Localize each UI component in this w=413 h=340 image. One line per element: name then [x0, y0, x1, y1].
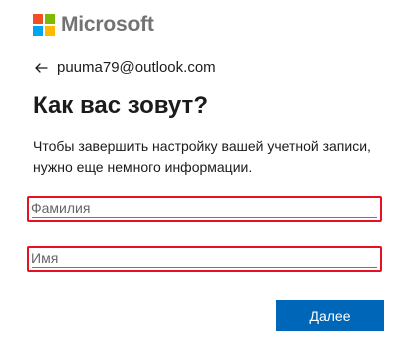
first-name-field-container	[27, 246, 382, 272]
arrow-left-icon[interactable]	[33, 60, 49, 76]
page-title: Как вас зовут?	[33, 92, 208, 119]
microsoft-logo: Microsoft	[33, 13, 154, 37]
account-email: puuma79@outlook.com	[57, 59, 216, 76]
next-button[interactable]: Далее	[276, 300, 384, 331]
last-name-input[interactable]	[31, 198, 378, 218]
logo-square-green	[45, 14, 55, 24]
last-name-field-container	[27, 196, 382, 222]
signup-name-page: Microsoft puuma79@outlook.com Как вас зо…	[0, 0, 413, 340]
logo-square-red	[33, 14, 43, 24]
logo-text: Microsoft	[61, 13, 154, 36]
first-name-input[interactable]	[31, 248, 378, 268]
microsoft-logo-icon	[33, 14, 55, 36]
logo-square-blue	[33, 26, 43, 36]
logo-square-yellow	[45, 26, 55, 36]
page-description: Чтобы завершить настройку вашей учетной …	[33, 138, 371, 175]
identity-banner: puuma79@outlook.com	[33, 59, 216, 76]
